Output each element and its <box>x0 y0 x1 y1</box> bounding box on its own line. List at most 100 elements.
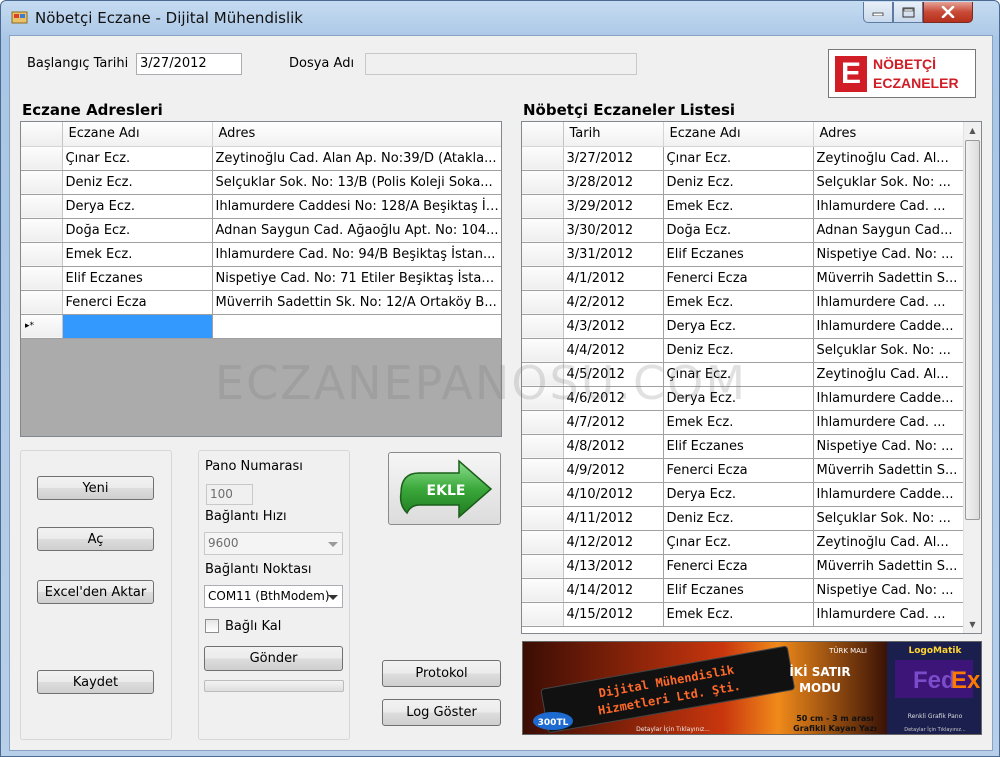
table-row[interactable]: 4/3/2012 Derya Ecz. Ihlamurdere Cadde... <box>522 314 964 339</box>
cell-pharmacy-name[interactable]: Fenerci Ecza <box>62 290 213 315</box>
row-header[interactable] <box>522 578 564 603</box>
start-date-input[interactable]: 3/27/2012 <box>136 53 242 75</box>
row-header[interactable] <box>522 218 564 243</box>
table-row[interactable]: Doğa Ecz. Adnan Saygun Cad. Ağaoğlu Apt. … <box>21 218 501 243</box>
row-header[interactable] <box>21 266 63 291</box>
cell-pharmacy-name[interactable]: Deniz Ecz. <box>663 170 814 195</box>
cell-date[interactable]: 3/30/2012 <box>563 218 664 243</box>
table-row[interactable]: 4/9/2012 Fenerci Ecza Müverrih Sadettin S.… <box>522 458 964 483</box>
table-row[interactable]: Fenerci Ecza Müverrih Sadettin Sk. No: 12… <box>21 290 501 315</box>
table-row[interactable]: 4/15/2012 Emek Ecz. Ihlamurdere Cad. ... <box>522 602 964 627</box>
pharmacy-grid[interactable]: Eczane Adı Adres Çınar Ecz. Zeytinoğlu C… <box>20 121 502 437</box>
table-row[interactable]: 4/2/2012 Emek Ecz. Ihlamurdere Cad. ... <box>522 290 964 315</box>
column-header-address[interactable]: Adres <box>813 122 964 147</box>
table-row[interactable]: 3/27/2012 Çınar Ecz. Zeytinoğlu Cad. Al..… <box>522 146 964 171</box>
scroll-up-button[interactable]: ▲ <box>964 122 981 139</box>
column-header-address[interactable]: Adres <box>212 122 501 147</box>
port-select[interactable]: COM11 (BthModem) <box>204 585 343 608</box>
row-header[interactable] <box>522 314 564 339</box>
new-row-address-cell[interactable] <box>212 314 501 339</box>
cell-pharmacy-address[interactable]: Nispetiye Cad. No: 71 Etiler Beşiktaş İs… <box>212 266 501 291</box>
row-header[interactable] <box>21 170 63 195</box>
row-header[interactable] <box>522 242 564 267</box>
ad-banner[interactable]: Dijital Mühendislik Hizmetleri Ltd. Şti.… <box>522 641 982 735</box>
row-header[interactable] <box>522 554 564 579</box>
cell-pharmacy-address[interactable]: Müverrih Sadettin S... <box>813 458 964 483</box>
cell-pharmacy-name[interactable]: Elif Eczanes <box>663 242 814 267</box>
cell-pharmacy-address[interactable]: Ihlamurdere Cadde... <box>813 482 964 507</box>
cell-date[interactable]: 3/29/2012 <box>563 194 664 219</box>
cell-date[interactable]: 4/13/2012 <box>563 554 664 579</box>
table-row[interactable]: Emek Ecz. Ihlamurdere Cad. No: 94/B Beşi… <box>21 242 501 267</box>
table-row[interactable]: Çınar Ecz. Zeytinoğlu Cad. Alan Ap. No:3… <box>21 146 501 171</box>
cell-pharmacy-name[interactable]: Emek Ecz. <box>663 194 814 219</box>
cell-pharmacy-name[interactable]: Elif Eczanes <box>62 266 213 291</box>
cell-pharmacy-address[interactable]: Zeytinoğlu Cad. Al... <box>813 530 964 555</box>
table-row[interactable]: 3/31/2012 Elif Eczanes Nispetiye Cad. No: … <box>522 242 964 267</box>
cell-date[interactable]: 3/27/2012 <box>563 146 664 171</box>
row-header[interactable] <box>21 290 63 315</box>
title-bar[interactable]: Nöbetçi Eczane - Dijital Mühendislik <box>1 1 999 35</box>
table-row[interactable]: 4/1/2012 Fenerci Ecza Müverrih Sadettin S.… <box>522 266 964 291</box>
cell-pharmacy-name[interactable]: Deniz Ecz. <box>663 338 814 363</box>
stay-connected-checkbox[interactable] <box>205 619 219 633</box>
cell-pharmacy-address[interactable]: Ihlamurdere Caddesi No: 128/A Beşiktaş İ… <box>212 194 501 219</box>
baud-rate-select[interactable]: 9600 <box>204 532 343 555</box>
import-excel-button[interactable]: Excel'den Aktar <box>37 580 154 604</box>
new-button[interactable]: Yeni <box>37 476 154 500</box>
cell-date[interactable]: 3/31/2012 <box>563 242 664 267</box>
table-row[interactable]: 4/12/2012 Çınar Ecz. Zeytinoğlu Cad. Al..… <box>522 530 964 555</box>
cell-pharmacy-address[interactable]: Nispetiye Cad. No: ... <box>813 434 964 459</box>
cell-pharmacy-name[interactable]: Emek Ecz. <box>663 410 814 435</box>
table-row[interactable]: 4/10/2012 Derya Ecz. Ihlamurdere Cadde... <box>522 482 964 507</box>
cell-pharmacy-address[interactable]: Müverrih Sadettin S... <box>813 266 964 291</box>
cell-pharmacy-address[interactable]: Adnan Saygun Cad. Ağaoğlu Apt. No: 104..… <box>212 218 501 243</box>
cell-date[interactable]: 4/2/2012 <box>563 290 664 315</box>
scroll-thumb[interactable] <box>965 140 980 520</box>
cell-pharmacy-address[interactable]: Müverrih Sadettin S... <box>813 554 964 579</box>
cell-pharmacy-name[interactable]: Derya Ecz. <box>663 482 814 507</box>
cell-date[interactable]: 4/4/2012 <box>563 338 664 363</box>
cell-pharmacy-address[interactable]: Ihlamurdere Cad. ... <box>813 290 964 315</box>
cell-pharmacy-name[interactable]: Doğa Ecz. <box>663 218 814 243</box>
cell-pharmacy-address[interactable]: Adnan Saygun Cad... <box>813 218 964 243</box>
show-log-button[interactable]: Log Göster <box>382 699 501 726</box>
cell-pharmacy-name[interactable]: Derya Ecz. <box>663 386 814 411</box>
save-button[interactable]: Kaydet <box>37 670 154 694</box>
cell-pharmacy-name[interactable]: Emek Ecz. <box>62 242 213 267</box>
row-header[interactable] <box>522 458 564 483</box>
cell-pharmacy-name[interactable]: Fenerci Ecza <box>663 554 814 579</box>
cell-pharmacy-address[interactable]: Ihlamurdere Cad. ... <box>813 194 964 219</box>
cell-pharmacy-name[interactable]: Derya Ecz. <box>62 194 213 219</box>
table-row[interactable]: 4/13/2012 Fenerci Ecza Müverrih Sadettin S… <box>522 554 964 579</box>
cell-date[interactable]: 4/15/2012 <box>563 602 664 627</box>
cell-pharmacy-address[interactable]: Zeytinoğlu Cad. Al... <box>813 362 964 387</box>
cell-pharmacy-name[interactable]: Elif Eczanes <box>663 578 814 603</box>
cell-pharmacy-name[interactable]: Fenerci Ecza <box>663 266 814 291</box>
maximize-button[interactable] <box>893 2 923 23</box>
table-row[interactable]: 3/29/2012 Emek Ecz. Ihlamurdere Cad. ... <box>522 194 964 219</box>
table-row[interactable]: 4/6/2012 Derya Ecz. Ihlamurdere Cadde... <box>522 386 964 411</box>
table-row[interactable]: 4/5/2012 Çınar Ecz. Zeytinoğlu Cad. Al... <box>522 362 964 387</box>
row-header[interactable] <box>522 146 564 171</box>
cell-date[interactable]: 4/3/2012 <box>563 314 664 339</box>
cell-pharmacy-name[interactable]: Derya Ecz. <box>663 314 814 339</box>
cell-date[interactable]: 4/9/2012 <box>563 458 664 483</box>
cell-pharmacy-address[interactable]: Selçuklar Sok. No: ... <box>813 170 964 195</box>
table-row[interactable]: Elif Eczanes Nispetiye Cad. No: 71 Etiler… <box>21 266 501 291</box>
cell-date[interactable]: 4/6/2012 <box>563 386 664 411</box>
table-row[interactable]: 4/7/2012 Emek Ecz. Ihlamurdere Cad. ... <box>522 410 964 435</box>
panel-number-input[interactable]: 100 <box>206 484 253 505</box>
open-button[interactable]: Aç <box>37 527 154 551</box>
cell-pharmacy-name[interactable]: Çınar Ecz. <box>62 146 213 171</box>
cell-date[interactable]: 3/28/2012 <box>563 170 664 195</box>
cell-pharmacy-address[interactable]: Ihlamurdere Cadde... <box>813 314 964 339</box>
row-header[interactable] <box>522 362 564 387</box>
new-row[interactable]: ▸* <box>21 314 501 339</box>
row-header[interactable] <box>21 242 63 267</box>
cell-date[interactable]: 4/14/2012 <box>563 578 664 603</box>
row-header[interactable] <box>522 290 564 315</box>
cell-pharmacy-name[interactable]: Elif Eczanes <box>663 434 814 459</box>
minimize-button[interactable] <box>863 2 893 23</box>
cell-date[interactable]: 4/10/2012 <box>563 482 664 507</box>
